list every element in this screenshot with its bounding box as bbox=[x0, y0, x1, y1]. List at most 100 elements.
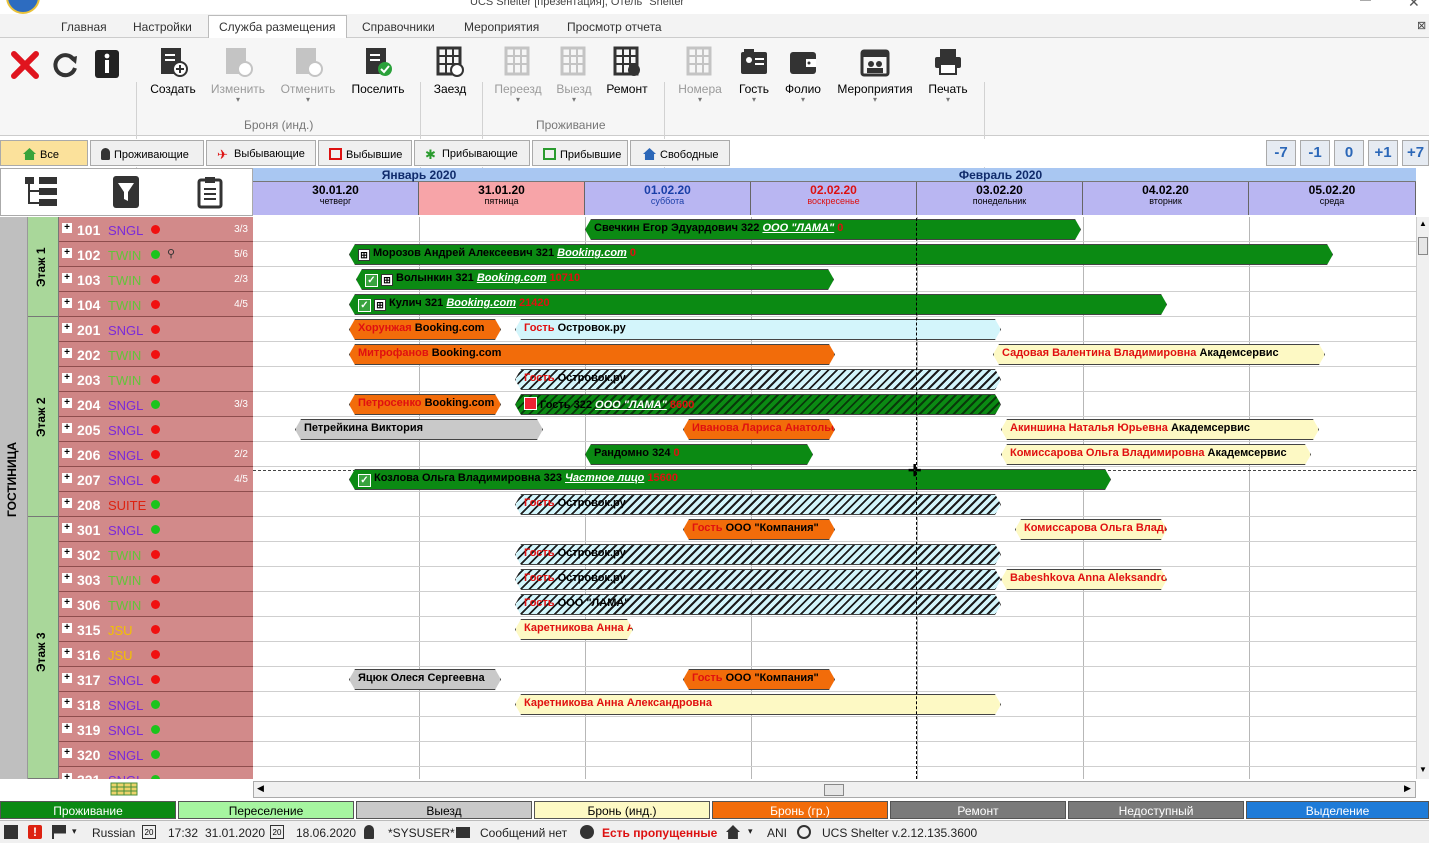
booking-bar[interactable]: Яцюк Олеся Сергеевна bbox=[349, 669, 501, 690]
menu-report-view[interactable]: Просмотр отчета bbox=[567, 20, 662, 34]
expand-icon[interactable]: + bbox=[62, 623, 72, 633]
room-row-318[interactable]: +318 SNGL bbox=[59, 692, 253, 717]
booking-bar[interactable]: ✓ ⊞ Волынкин 321 Booking.com 10710 bbox=[356, 269, 834, 290]
expand-icon[interactable]: + bbox=[62, 523, 72, 533]
expand-icon[interactable]: + bbox=[62, 673, 72, 683]
day-header[interactable]: 04.02.20 вторник bbox=[1083, 182, 1249, 215]
day-header-today[interactable]: 31.01.20 пятница bbox=[419, 182, 585, 215]
horizontal-scrollbar[interactable]: ◀ ▶ bbox=[253, 781, 1416, 798]
booking-bar[interactable]: Петрейкина Виктория bbox=[295, 419, 543, 440]
ribbon-close-icon[interactable]: ⊠ bbox=[1417, 19, 1426, 32]
floor-2[interactable]: Этаж 2 bbox=[28, 317, 59, 517]
room-row-206[interactable]: +206 SNGL 2/2 bbox=[59, 442, 253, 467]
menu-settings[interactable]: Настройки bbox=[133, 20, 192, 34]
info-button[interactable] bbox=[92, 48, 122, 80]
booking-bar[interactable]: Гость 322 ООО "ЛАМА" 8600 bbox=[515, 394, 1001, 415]
room-row-103[interactable]: +103 TWIN 2/3 bbox=[59, 267, 253, 292]
close-window-button[interactable]: ✕ bbox=[1408, 0, 1420, 11]
room-row-202[interactable]: +202 TWIN bbox=[59, 342, 253, 367]
room-row-319[interactable]: +319 SNGL bbox=[59, 717, 253, 742]
booking-bar[interactable]: Комиссарова Ольга Владимировна Академсер… bbox=[1001, 444, 1311, 465]
day-header[interactable]: 30.01.20 четверг bbox=[253, 182, 419, 215]
language[interactable]: Russian bbox=[92, 826, 135, 840]
move-button[interactable]: Переезд ▾ bbox=[492, 46, 544, 104]
print-button[interactable]: Печать ▾ bbox=[924, 46, 972, 104]
expand-icon[interactable]: + bbox=[62, 648, 72, 658]
expand-icon[interactable]: + bbox=[62, 773, 72, 779]
scroll-right-icon[interactable]: ▶ bbox=[1404, 783, 1411, 794]
booking-bar[interactable]: Гость Островок.ру bbox=[515, 319, 1001, 340]
expand-icon[interactable]: + bbox=[62, 498, 72, 508]
status-messages[interactable]: Сообщений нет bbox=[480, 826, 567, 840]
menu-events[interactable]: Мероприятия bbox=[464, 20, 539, 34]
scroll-down-icon[interactable]: ▼ bbox=[1419, 765, 1427, 774]
day-header[interactable]: 05.02.20 среда bbox=[1249, 182, 1416, 215]
vertical-scrollbar[interactable]: ▲ ▼ bbox=[1416, 217, 1429, 779]
expand-icon[interactable]: + bbox=[62, 298, 72, 308]
checkout-button[interactable]: Выезд ▾ bbox=[552, 46, 596, 104]
create-button[interactable]: Создать bbox=[148, 46, 198, 96]
settle-button[interactable]: Поселить bbox=[348, 46, 408, 96]
room-row-320[interactable]: +320 SNGL bbox=[59, 742, 253, 767]
day-header[interactable]: 03.02.20 понедельник bbox=[917, 182, 1083, 215]
booking-bar[interactable]: Гость ООО "Компания" bbox=[683, 519, 835, 540]
room-row-203[interactable]: +203 TWIN bbox=[59, 367, 253, 392]
expand-icon[interactable]: + bbox=[62, 598, 72, 608]
booking-bar[interactable]: Гость Островок.ру bbox=[515, 369, 1001, 390]
filter-arriving[interactable]: ✱ Прибывающие bbox=[414, 140, 530, 166]
filter-icon[interactable] bbox=[112, 175, 140, 209]
tree-view-icon[interactable] bbox=[23, 175, 59, 209]
filter-free[interactable]: Свободные bbox=[630, 140, 730, 166]
floor-1[interactable]: Этаж 1 bbox=[28, 217, 59, 317]
room-row-321[interactable]: +321 SNGL bbox=[59, 767, 253, 779]
nav-plus-1[interactable]: +1 bbox=[1368, 140, 1398, 166]
booking-bar[interactable]: Рандомно 324 0 bbox=[585, 444, 813, 465]
room-row-315[interactable]: +315 JSU bbox=[59, 617, 253, 642]
room-row-205[interactable]: +205 SNGL bbox=[59, 417, 253, 442]
expand-icon[interactable]: + bbox=[62, 448, 72, 458]
filter-departed[interactable]: Выбывшие bbox=[318, 140, 412, 166]
room-row-303[interactable]: +303 TWIN bbox=[59, 567, 253, 592]
booking-bar[interactable]: Гость Островок.ру bbox=[515, 569, 1001, 590]
alert-icon[interactable]: ! bbox=[28, 825, 42, 839]
menu-home[interactable]: Главная bbox=[61, 20, 107, 34]
expand-icon[interactable]: + bbox=[62, 323, 72, 333]
expand-icon[interactable]: + bbox=[62, 398, 72, 408]
scroll-up-icon[interactable]: ▲ bbox=[1419, 219, 1427, 228]
expand-icon[interactable]: + bbox=[62, 748, 72, 758]
menu-accommodation[interactable]: Служба размещения bbox=[219, 20, 335, 34]
booking-bar[interactable]: ✓ ⊞ Кулич 321 Booking.com 21420 bbox=[349, 294, 1167, 315]
booking-bar[interactable]: Садовая Валентина Владимировна Академсер… bbox=[993, 344, 1325, 365]
filter-arrived[interactable]: Прибывшие bbox=[532, 140, 628, 166]
lang-dropdown-icon[interactable]: ▾ bbox=[72, 826, 77, 837]
nav-minus-1[interactable]: -1 bbox=[1300, 140, 1330, 166]
rooms-button[interactable]: Номера ▾ bbox=[672, 46, 728, 104]
home-dropdown-icon[interactable]: ▾ bbox=[748, 826, 753, 837]
room-row-201[interactable]: +201 SNGL bbox=[59, 317, 253, 342]
refresh-button[interactable] bbox=[48, 48, 82, 80]
expand-icon[interactable]: + bbox=[62, 723, 72, 733]
expand-icon[interactable]: + bbox=[62, 423, 72, 433]
expand-icon[interactable]: + bbox=[62, 698, 72, 708]
booking-bar[interactable]: Комиссарова Ольга Владимировна bbox=[1015, 519, 1167, 540]
booking-bar[interactable]: Гость ООО "Компания" bbox=[683, 669, 835, 690]
booking-bar[interactable]: Петросенко Booking.com bbox=[349, 394, 501, 415]
floor-3[interactable]: Этаж 3 bbox=[28, 517, 59, 779]
booking-bar[interactable]: Гость ООО "ЛАМА" bbox=[515, 594, 1001, 615]
scroll-left-icon[interactable]: ◀ bbox=[257, 783, 264, 794]
booking-bar[interactable]: Babeshkova Anna Aleksandrovna bbox=[1001, 569, 1167, 590]
events-button[interactable]: Мероприятия ▾ bbox=[834, 46, 916, 104]
booking-bar[interactable]: Митрофанов Booking.com bbox=[349, 344, 835, 365]
expand-icon[interactable]: + bbox=[62, 223, 72, 233]
booking-bar[interactable]: ✓ Козлова Ольга Владимировна 323 Частное … bbox=[349, 469, 1111, 490]
room-row-316[interactable]: +316 JSU bbox=[59, 642, 253, 667]
booking-bar[interactable]: Гость Островок.ру bbox=[515, 544, 1001, 565]
booking-bar[interactable]: Свечкин Егор Эдуардович 322 ООО "ЛАМА" 0 bbox=[585, 219, 1081, 240]
minimize-button[interactable]: — bbox=[1360, 0, 1371, 6]
folio-button[interactable]: Фолио ▾ bbox=[780, 46, 826, 104]
room-row-306[interactable]: +306 TWIN bbox=[59, 592, 253, 617]
room-row-208[interactable]: +208 SUITE bbox=[59, 492, 253, 517]
expand-icon[interactable]: + bbox=[62, 248, 72, 258]
status-missed[interactable]: Есть пропущенные bbox=[602, 826, 717, 840]
nav-plus-7[interactable]: +7 bbox=[1402, 140, 1429, 166]
